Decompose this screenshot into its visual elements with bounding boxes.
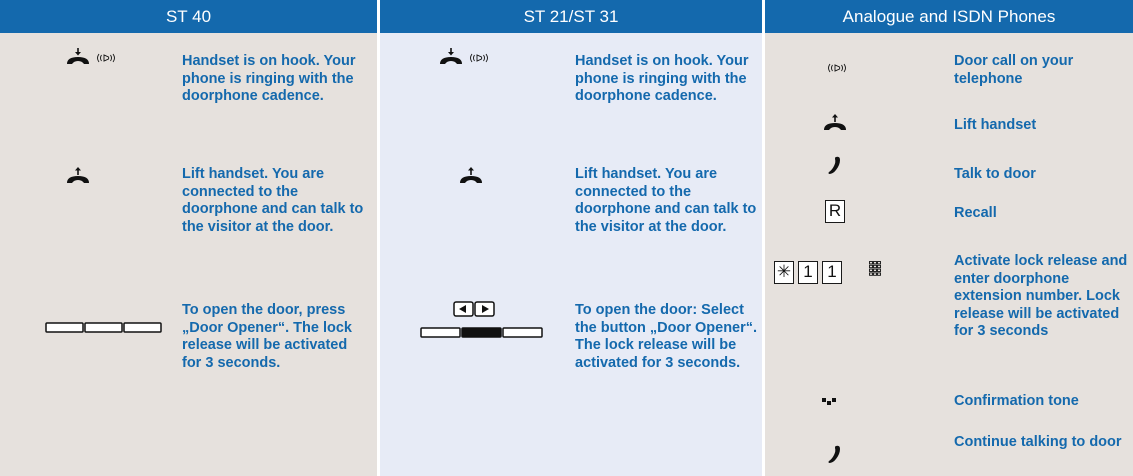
talk-icon	[828, 156, 840, 174]
analogue-step-recall-label: Recall	[954, 205, 997, 221]
ring-icon	[97, 53, 115, 63]
star-key: ✳	[774, 261, 794, 284]
three-softkeys-icon	[45, 322, 162, 333]
handset-up-icon	[67, 167, 89, 183]
ring-icon	[470, 53, 488, 63]
handset-down-icon	[67, 48, 89, 64]
analogue-isdn-column: Analogue and ISDN Phones Door call on yo…	[765, 0, 1133, 476]
st40-column: ST 40 Handset is on hook. Your phone is …	[0, 0, 377, 476]
analogue-step-continue: Continue talking to door	[954, 434, 1122, 450]
handset-up-icon	[460, 167, 482, 183]
ring-icon	[828, 63, 846, 73]
doorphone-instructions-page: ST 40 Handset is on hook. Your phone is …	[0, 0, 1133, 476]
st21-st31-header: ST 21/ST 31	[380, 0, 762, 33]
st21-step-lift: Lift handset. You are connected to the d…	[575, 166, 757, 235]
analogue-step-lift: Lift handset	[954, 117, 1037, 133]
st40-step-on-hook: Handset is on hook. Your phone is ringin…	[182, 53, 356, 104]
digit-1-key: 1	[798, 261, 818, 284]
digit-1-key-second: 1	[822, 261, 842, 284]
handset-up-icon	[824, 114, 846, 130]
confirmation-tone-icon	[822, 398, 836, 405]
st40-header: ST 40	[0, 0, 377, 33]
st21-st31-panel: Handset is on hook. Your phone is ringin…	[380, 33, 762, 476]
analogue-isdn-panel: Door call on your telephone Lift handset…	[765, 33, 1133, 476]
arrow-right-key-icon	[474, 301, 495, 317]
st21-step-on-hook: Handset is on hook. Your phone is ringin…	[575, 53, 749, 104]
arrow-keys-icon	[453, 301, 495, 317]
handset-down-icon	[440, 48, 462, 64]
analogue-step-talk: Talk to door	[954, 166, 1036, 182]
st40-step-lift: Lift handset. You are connected to the d…	[182, 166, 364, 235]
st21-step-open-door: To open the door: Select the button „Doo…	[575, 302, 758, 371]
analogue-isdn-header: Analogue and ISDN Phones	[765, 0, 1133, 33]
analogue-step-door-call: Door call on your telephone	[954, 53, 1074, 87]
st40-step-open-door: To open the door, press „Door Opener“. T…	[182, 302, 352, 371]
st21-st31-column: ST 21/ST 31 Handset is on hook. Your pho…	[380, 0, 762, 476]
recall-key: R	[825, 200, 845, 223]
st40-panel: Handset is on hook. Your phone is ringin…	[0, 33, 377, 476]
analogue-step-confirmation: Confirmation tone	[954, 393, 1079, 409]
arrow-left-key-icon	[453, 301, 474, 317]
keypad-icon	[869, 261, 881, 276]
analogue-step-lock-release: Activate lock release and enter doorphon…	[954, 253, 1128, 339]
talk-icon	[828, 445, 840, 463]
softkeys-selected-icon	[420, 327, 543, 338]
